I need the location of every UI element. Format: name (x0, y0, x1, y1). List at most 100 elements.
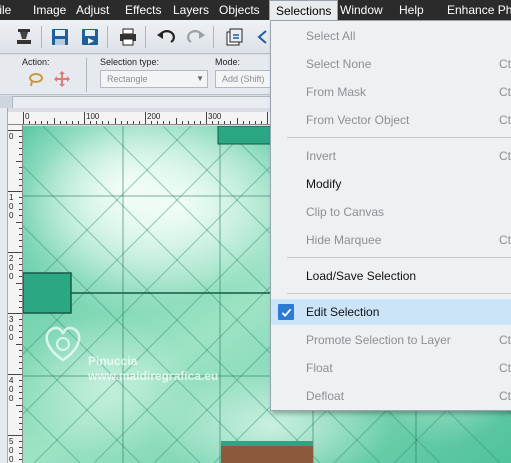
shortcut-label: Ct (499, 57, 511, 71)
ruler-tick (29, 121, 31, 124)
menu-item-from-mask[interactable]: From Mask Ctr (271, 79, 511, 105)
save-icon[interactable] (48, 25, 72, 49)
ruler-label: 0 (9, 333, 14, 342)
action-label: Action: (22, 57, 50, 67)
menu-file[interactable]: File (0, 0, 12, 20)
shortcut-label: Ctr (499, 113, 511, 127)
ruler-label: 2 (9, 254, 14, 263)
checkmark-icon (278, 304, 294, 320)
ruler-tick (47, 121, 49, 124)
ruler-label: 0 (9, 394, 14, 403)
ruler-tick (19, 154, 22, 156)
ruler-label: 0 (9, 272, 14, 281)
toolbar-separator (41, 26, 42, 48)
ruler-label: 0 (9, 385, 14, 394)
ruler-tick (175, 118, 177, 124)
ruler-tick (19, 306, 22, 308)
ruler-tick (19, 215, 22, 217)
menu-item-edit-selection[interactable]: Edit Selection (271, 299, 511, 325)
menu-image[interactable]: Image (27, 0, 72, 20)
menu-item-label: Edit Selection (306, 305, 380, 319)
ruler-label: 0 (9, 263, 14, 272)
menu-item-select-none[interactable]: Select None Ct (271, 51, 511, 77)
chevron-left-icon[interactable] (256, 25, 268, 49)
menu-item-invert[interactable]: Invert Ct (271, 143, 511, 169)
lasso-icon[interactable] (28, 71, 44, 87)
menu-item-load-save-selection[interactable]: Load/Save Selection (271, 263, 511, 289)
vertical-ruler: 0100200300400500 (8, 125, 23, 463)
ruler-tick (19, 227, 22, 229)
ruler-tick (19, 184, 22, 186)
ruler-tick (248, 121, 250, 124)
ruler-tick (212, 121, 214, 124)
print-icon[interactable] (116, 25, 140, 49)
menu-help[interactable]: Help (393, 0, 430, 20)
ruler-tick (19, 453, 22, 455)
ruler-tick (187, 121, 189, 124)
ruler-tick (206, 112, 207, 124)
ruler-tick (19, 441, 22, 443)
ruler-tick (16, 221, 22, 223)
ruler-tick (90, 121, 92, 124)
document-tab[interactable] (12, 96, 272, 108)
chevron-down-icon: ▼ (196, 74, 204, 83)
ruler-tick (19, 428, 22, 430)
ruler-tick (77, 121, 79, 124)
selections-dropdown-menu: Select All Select None Ct From Mask Ctr Fr… (270, 20, 511, 411)
options-separator (86, 58, 87, 92)
save-as-icon[interactable] (78, 25, 102, 49)
menu-adjust[interactable]: Adjust (70, 0, 115, 20)
ruler-tick (19, 447, 22, 449)
menu-selections[interactable]: Selections (269, 0, 339, 20)
menu-item-defloat[interactable]: Defloat Ctr (271, 383, 511, 409)
menu-item-modify[interactable]: Modify (271, 171, 511, 197)
menu-layers[interactable]: Layers (167, 0, 215, 20)
shortcut-label: Ctr (499, 85, 511, 99)
ruler-tick (19, 148, 22, 150)
ruler-tick (132, 121, 134, 124)
toolbar-separator (145, 26, 146, 48)
menu-item-label: Float (306, 361, 333, 375)
ruler-tick (19, 233, 22, 235)
redo-icon[interactable] (184, 25, 208, 49)
ruler-tick (8, 374, 22, 375)
ruler-tick (19, 270, 22, 272)
menu-item-hide-marquee[interactable]: Hide Marquee Ctrl (271, 227, 511, 253)
menu-window[interactable]: Window (334, 0, 389, 20)
menu-enhance-photo[interactable]: Enhance Pho (441, 0, 511, 20)
ruler-label: 0 (9, 446, 14, 455)
menu-separator (287, 137, 511, 138)
ruler-tick (126, 121, 128, 124)
menu-item-promote-selection-to-layer[interactable]: Promote Selection to Layer Ctr (271, 327, 511, 353)
ruler-tick (108, 121, 110, 124)
move-icon[interactable] (54, 71, 70, 87)
mode-select[interactable]: Add (Shift) (215, 70, 273, 88)
ruler-tick (19, 209, 22, 211)
stamp-icon[interactable] (12, 25, 36, 49)
ruler-tick (23, 112, 24, 124)
ruler-label: 200 (147, 112, 161, 121)
mode-label: Mode: (215, 57, 241, 67)
ruler-tick (19, 245, 22, 247)
menu-item-select-all[interactable]: Select All (271, 23, 511, 49)
ruler-label: 100 (86, 112, 100, 121)
ruler-tick (19, 166, 22, 168)
menu-item-label: Promote Selection to Layer (306, 333, 451, 347)
ruler-tick (19, 361, 22, 363)
watermark-line2: www.maidiregrafica.eu (88, 369, 219, 383)
menu-item-clip-to-canvas[interactable]: Clip to Canvas (271, 199, 511, 225)
ruler-tick (19, 386, 22, 388)
ruler-tick (19, 142, 22, 144)
ruler-label: 4 (9, 376, 14, 385)
ruler-tick (8, 435, 22, 436)
ruler-tick (96, 121, 98, 124)
menu-item-float[interactable]: Float Ctr (271, 355, 511, 381)
menu-effects[interactable]: Effects (119, 0, 167, 20)
menu-item-from-vector-object[interactable]: From Vector Object Ctr (271, 107, 511, 133)
undo-icon[interactable] (154, 25, 178, 49)
ruler-label: 0 (9, 211, 14, 220)
selection-type-select[interactable]: Rectangle ▼ (100, 70, 208, 88)
menu-objects[interactable]: Objects (213, 0, 266, 20)
menu-item-label: Defloat (306, 389, 345, 403)
script-icon[interactable] (222, 25, 246, 49)
